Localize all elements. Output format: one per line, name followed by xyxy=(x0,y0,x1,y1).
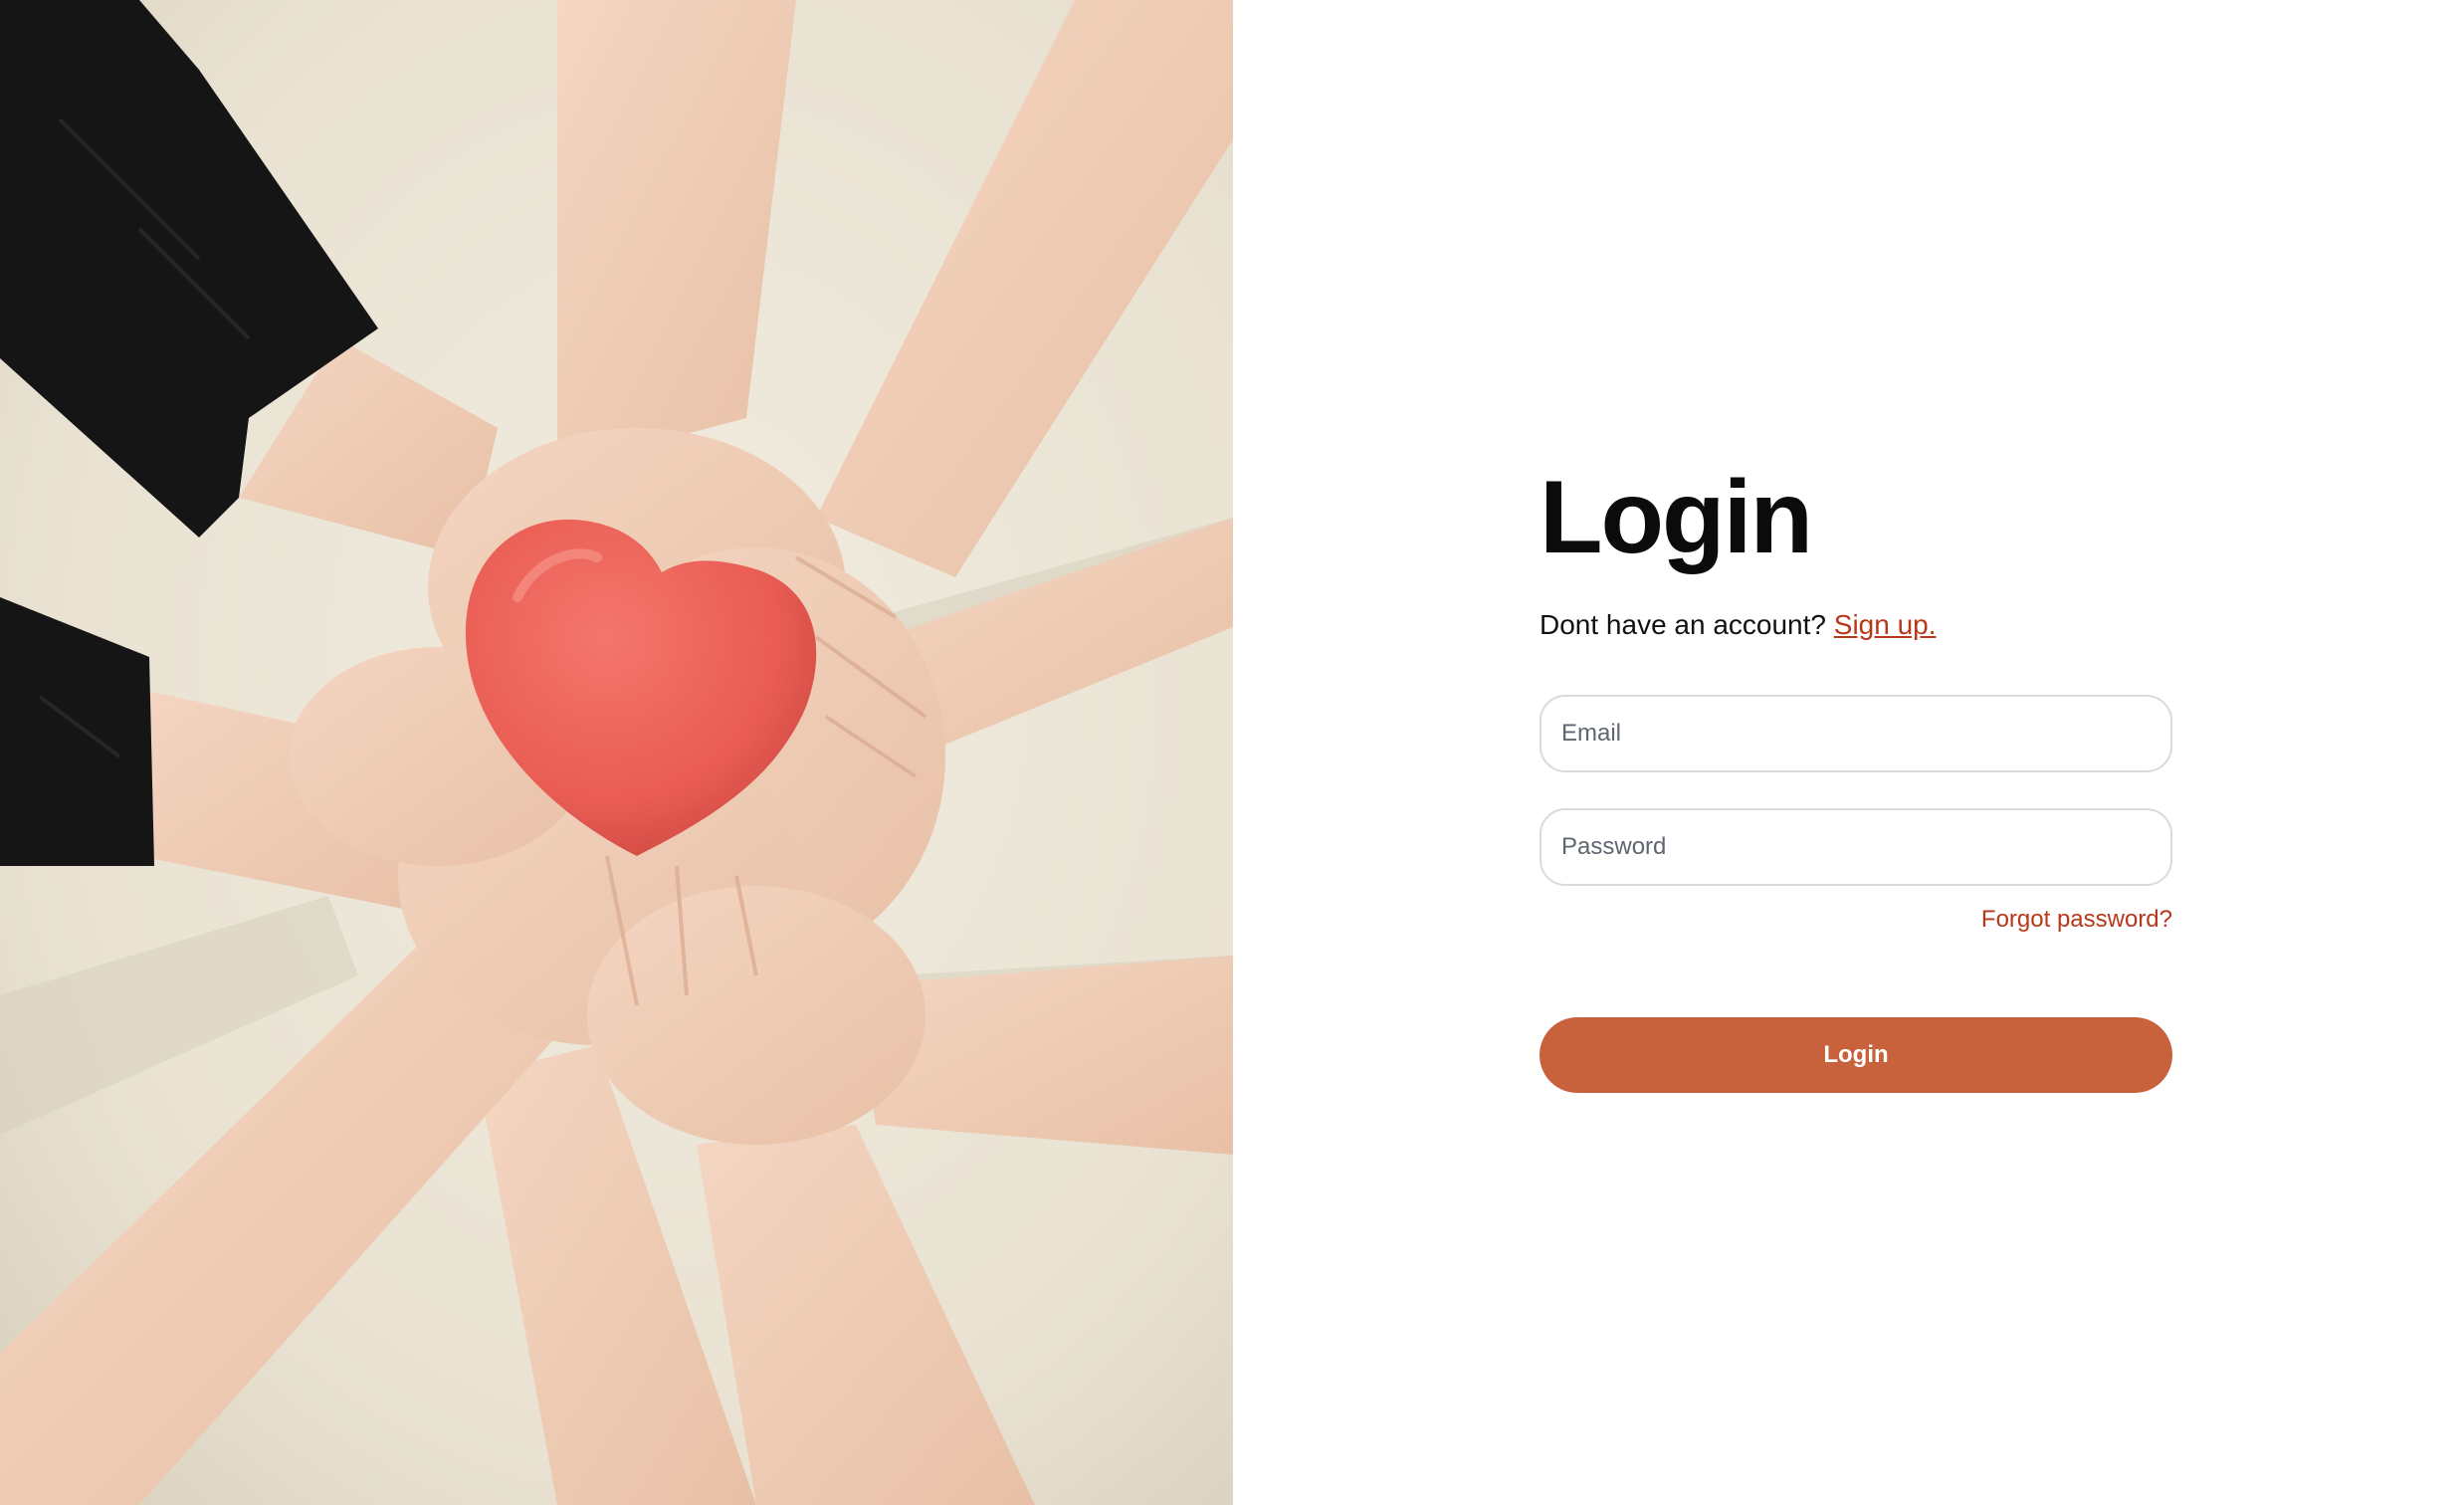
forgot-password-row: Forgot password? xyxy=(1540,904,2172,936)
email-field[interactable] xyxy=(1540,695,2172,772)
page-title: Login xyxy=(1540,460,1813,575)
login-page: Login Dont have an account? Sign up. For… xyxy=(0,0,2464,1505)
login-button[interactable]: Login xyxy=(1540,1017,2172,1093)
login-form: Login Dont have an account? Sign up. For… xyxy=(1540,458,2172,1093)
signup-prompt-line: Dont have an account? Sign up. xyxy=(1540,605,2172,645)
signup-link[interactable]: Sign up. xyxy=(1834,609,1937,640)
password-field[interactable] xyxy=(1540,808,2172,886)
forgot-password-link[interactable]: Forgot password? xyxy=(1981,906,2172,933)
login-panel: Login Dont have an account? Sign up. For… xyxy=(1233,0,2464,1505)
hero-image xyxy=(0,0,1233,1505)
hands-holding-heart-icon xyxy=(0,0,1233,1505)
signup-prompt-text: Dont have an account? xyxy=(1540,609,1826,640)
